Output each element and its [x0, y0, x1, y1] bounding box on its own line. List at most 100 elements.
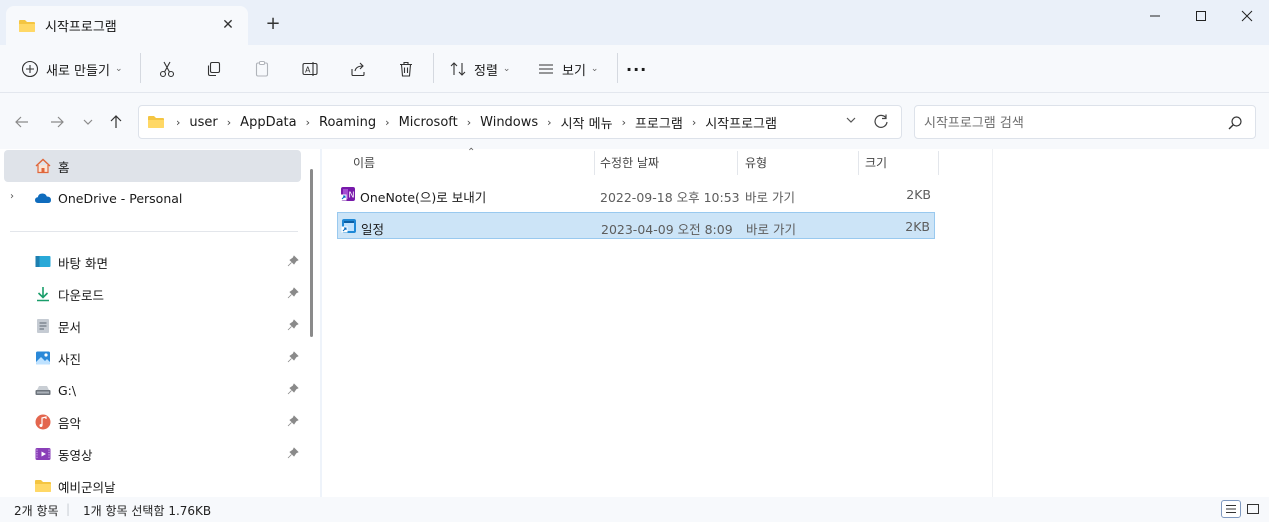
selection-info: 1개 항목 선택함 1.76KB	[83, 504, 212, 518]
file-name: OneNote(으)로 보내기	[360, 190, 487, 205]
breadcrumb-separator[interactable]: ›	[622, 116, 626, 129]
sidebar-item-downloads[interactable]: 다운로드	[4, 278, 301, 310]
new-tab-button[interactable]: +	[262, 12, 284, 34]
delete-button[interactable]	[390, 53, 422, 85]
maximize-button[interactable]	[1178, 0, 1224, 32]
breadcrumb-user[interactable]: user	[189, 115, 217, 130]
up-button[interactable]	[105, 111, 127, 133]
breadcrumb-appdata[interactable]: AppData	[240, 115, 296, 130]
breadcrumb-startup[interactable]: 시작프로그램	[705, 113, 777, 132]
sidebar-item-home[interactable]: 홈	[4, 150, 301, 182]
file-type: 바로 가기	[745, 190, 795, 205]
status-divider: |	[66, 502, 71, 516]
breadcrumb-windows[interactable]: Windows	[480, 115, 538, 130]
share-button[interactable]	[342, 53, 374, 85]
recent-locations-button[interactable]	[77, 111, 99, 133]
close-window-button[interactable]	[1224, 0, 1269, 32]
svg-text:N: N	[349, 191, 355, 200]
minimize-button[interactable]	[1132, 0, 1178, 32]
breadcrumb-separator[interactable]: ›	[385, 116, 389, 129]
details-view-button[interactable]	[1221, 500, 1241, 518]
pin-icon[interactable]	[287, 351, 299, 363]
sidebar-item-pictures[interactable]: 사진	[4, 342, 301, 374]
music-icon	[34, 413, 52, 431]
column-header-type[interactable]: 유형	[737, 149, 857, 175]
refresh-icon[interactable]	[871, 112, 891, 132]
breadcrumb-separator[interactable]: ›	[547, 116, 551, 129]
sort-icon	[442, 53, 474, 85]
scissors-icon	[151, 53, 183, 85]
breadcrumb-separator[interactable]: ›	[176, 116, 180, 129]
back-button[interactable]	[11, 111, 33, 133]
pin-icon[interactable]	[287, 383, 299, 395]
search-input[interactable]	[924, 113, 1224, 133]
pin-icon[interactable]	[287, 287, 299, 299]
sidebar-scrollbar[interactable]	[310, 169, 313, 337]
sort-button[interactable]: 정렬 ⌄	[442, 53, 510, 85]
cut-button[interactable]	[151, 53, 183, 85]
search-box[interactable]	[914, 105, 1256, 139]
toolbar-divider	[433, 53, 434, 83]
breadcrumb-separator[interactable]: ›	[227, 116, 231, 129]
address-history-dropdown[interactable]	[845, 114, 857, 129]
tab-start-programs[interactable]: 시작프로그램 ✕	[6, 6, 248, 45]
new-button[interactable]: 새로 만들기 ⌄	[14, 53, 122, 85]
column-divider[interactable]	[938, 151, 939, 175]
minimize-icon	[1150, 15, 1160, 17]
pin-icon[interactable]	[287, 319, 299, 331]
column-header-modified[interactable]: 수정한 날짜	[592, 149, 737, 175]
breadcrumb-start-menu[interactable]: 시작 메뉴	[561, 113, 613, 132]
breadcrumb-separator[interactable]: ›	[692, 116, 696, 129]
home-icon	[34, 157, 52, 175]
tiles-view-icon	[1247, 504, 1259, 514]
view-button[interactable]: 보기 ⌄	[530, 53, 598, 85]
sidebar-item-label: 홈	[58, 159, 70, 175]
file-type: 바로 가기	[746, 222, 796, 237]
file-modified: 2023-04-09 오전 8:09	[601, 222, 733, 237]
rename-button[interactable]: A	[294, 53, 326, 85]
copy-button[interactable]	[198, 53, 230, 85]
sidebar-item-onedrive[interactable]: OneDrive - Personal	[4, 182, 301, 214]
file-modified: 2022-09-18 오후 10:53	[600, 190, 740, 205]
more-options-button[interactable]: ···	[626, 53, 647, 85]
details-view-icon	[1226, 505, 1236, 513]
cloud-icon	[34, 189, 52, 207]
breadcrumb-separator[interactable]: ›	[306, 116, 310, 129]
breadcrumb-roaming[interactable]: Roaming	[319, 115, 376, 130]
paste-button[interactable]	[246, 53, 278, 85]
sidebar-item-desktop[interactable]: 바탕 화면	[4, 246, 301, 278]
sidebar-item-folder[interactable]: 예비군의날	[4, 470, 301, 497]
sidebar-item-music[interactable]: 음악	[4, 406, 301, 438]
pin-icon[interactable]	[287, 447, 299, 459]
navigation-pane: 홈 › OneDrive - Personal 바탕 화면 다운로드 문서 사진	[0, 149, 320, 497]
table-row-selected[interactable]: 일정 2023-04-09 오전 8:09 바로 가기 2KB	[337, 212, 935, 239]
breadcrumb-programs[interactable]: 프로그램	[635, 113, 683, 132]
table-row[interactable]: N OneNote(으)로 보내기 2022-09-18 오후 10:53 바로…	[337, 181, 935, 208]
forward-button[interactable]	[46, 111, 68, 133]
close-tab-button[interactable]: ✕	[218, 15, 238, 35]
breadcrumb-microsoft[interactable]: Microsoft	[399, 115, 458, 130]
search-icon[interactable]	[1227, 115, 1243, 131]
sidebar-item-documents[interactable]: 문서	[4, 310, 301, 342]
pin-icon[interactable]	[287, 255, 299, 267]
tiles-view-button[interactable]	[1243, 500, 1263, 518]
address-bar[interactable]: › user › AppData › Roaming › Microsoft ›…	[138, 105, 902, 139]
download-icon	[34, 285, 52, 303]
chevron-down-icon: ⌄	[590, 64, 599, 74]
file-size: 2KB	[905, 219, 930, 234]
new-button-label: 새로 만들기	[46, 63, 110, 79]
sidebar-item-label: OneDrive - Personal	[58, 190, 183, 206]
sidebar-item-label: 동영상	[58, 447, 93, 463]
trash-icon	[390, 53, 422, 85]
drive-icon	[34, 381, 52, 399]
title-bar: 시작프로그램 ✕ +	[0, 0, 1269, 45]
address-row: › user › AppData › Roaming › Microsoft ›…	[0, 93, 1269, 149]
command-bar: 새로 만들기 ⌄ A 정렬 ⌄ 보기 ⌄ ···	[0, 45, 1269, 93]
file-size: 2KB	[906, 187, 931, 202]
breadcrumb-separator[interactable]: ›	[467, 116, 471, 129]
sidebar-item-drive-g[interactable]: G:\	[4, 374, 301, 406]
column-header-name[interactable]: 이름	[345, 149, 595, 175]
pin-icon[interactable]	[287, 415, 299, 427]
column-header-size[interactable]: 크기	[857, 149, 937, 175]
sidebar-item-videos[interactable]: 동영상	[4, 438, 301, 470]
